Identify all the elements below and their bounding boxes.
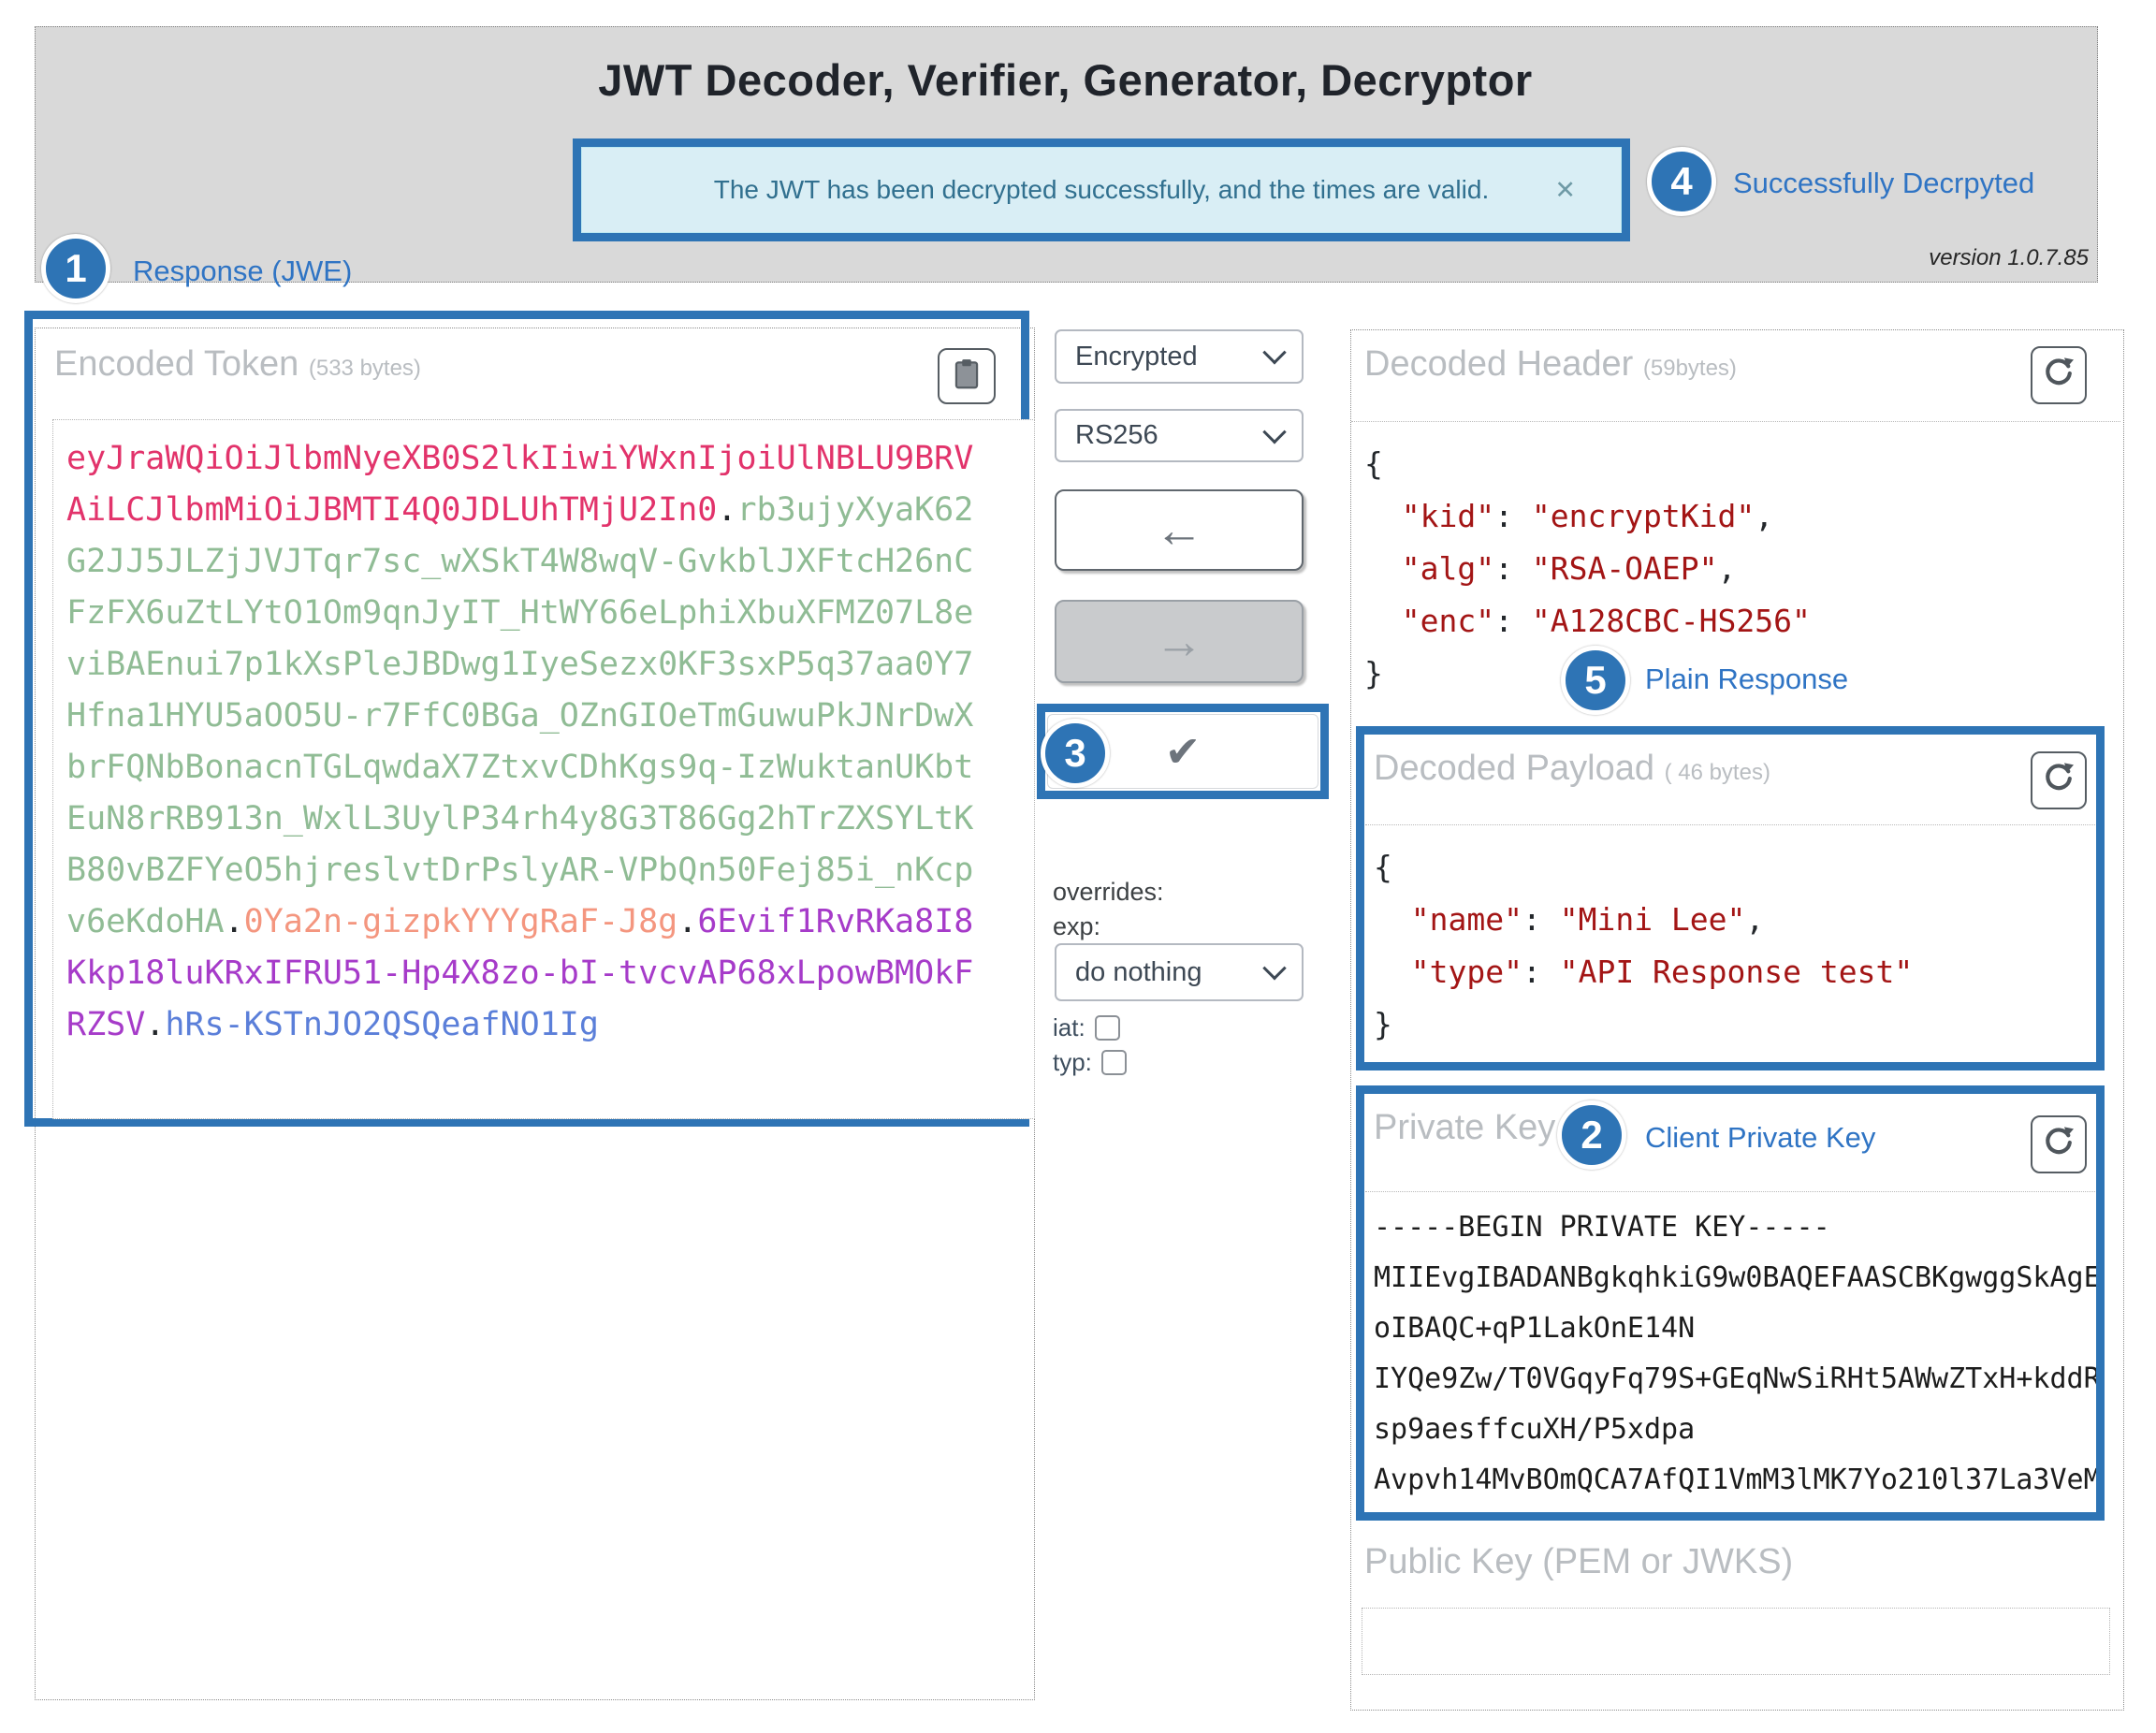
decoded-payload-separator <box>1365 824 2095 825</box>
chevron-down-icon <box>1262 341 1286 364</box>
annotation-badge-4: 4 <box>1647 147 1716 216</box>
decoded-header-refresh-button[interactable] <box>2031 346 2087 404</box>
encode-forward-button[interactable]: → <box>1055 600 1304 683</box>
overrides-label: overrides: <box>1053 878 1164 907</box>
decoded-header-bytes: (59bytes) <box>1643 356 1737 381</box>
encoded-token-textarea[interactable]: eyJraWQiOiJlbmNyeXB0S2lkIiwiYWxnIjoiUlNB… <box>52 419 1035 1119</box>
alert-message: The JWT has been decrypted successfully,… <box>582 148 1621 232</box>
version-text: version 1.0.7.85 <box>1684 245 2089 271</box>
token-mode-select[interactable]: Encrypted <box>1055 329 1304 384</box>
iat-label: iat: <box>1053 1013 1085 1042</box>
decoded-header-title: Decoded Header (59bytes) <box>1364 344 1737 385</box>
typ-checkbox[interactable] <box>1101 1050 1127 1075</box>
typ-override-row: typ: <box>1053 1048 1127 1077</box>
exp-label: exp: <box>1053 912 1100 941</box>
right-arrow-icon: → <box>1155 614 1203 670</box>
iat-checkbox[interactable] <box>1095 1015 1120 1041</box>
refresh-icon <box>2040 760 2077 802</box>
annotation-badge-3: 3 <box>1041 719 1110 788</box>
left-arrow-icon: ← <box>1155 502 1203 559</box>
checkmark-icon: ✔ <box>1165 726 1202 777</box>
decode-back-button[interactable]: ← <box>1055 489 1304 571</box>
chevron-down-icon <box>1262 420 1286 444</box>
annotation-badge-2: 2 <box>1557 1100 1626 1170</box>
encoded-token-title: Encoded Token (533 bytes) <box>54 344 421 385</box>
annotation-label-successfully-decrypted: Successfully Decrpyted <box>1733 167 2034 200</box>
refresh-icon <box>2040 355 2077 397</box>
public-key-title: Public Key (PEM or JWKS) <box>1364 1542 1793 1582</box>
success-alert: The JWT has been decrypted successfully,… <box>581 147 1622 233</box>
decoded-payload-refresh-button[interactable] <box>2031 751 2087 809</box>
clipboard-icon <box>949 357 984 397</box>
private-key-textarea[interactable]: -----BEGIN PRIVATE KEY-----MIIEvgIBADANB… <box>1374 1202 2102 1513</box>
annotation-label-response-jwe: Response (JWE) <box>133 255 352 288</box>
iat-override-row: iat: <box>1053 1013 1120 1042</box>
private-key-title: Private Key <box>1374 1108 1555 1148</box>
alert-highlight-box: The JWT has been decrypted successfully,… <box>573 138 1630 241</box>
decoded-header-separator <box>1351 421 2120 422</box>
decoded-header-content[interactable]: { "kid": "encryptKid", "alg": "RSA-OAEP"… <box>1364 438 2094 700</box>
decoded-payload-content[interactable]: { "name": "Mini Lee", "type": "API Respo… <box>1374 841 2094 1051</box>
annotation-label-client-private-key: Client Private Key <box>1645 1121 1875 1155</box>
decoded-payload-title: Decoded Payload ( 46 bytes) <box>1374 749 1770 789</box>
alert-close-icon[interactable]: ✕ <box>1554 148 1576 232</box>
exp-override-select[interactable]: do nothing <box>1055 943 1304 1001</box>
public-key-input[interactable] <box>1362 1608 2110 1675</box>
annotation-badge-5: 5 <box>1561 646 1630 715</box>
private-key-refresh-button[interactable] <box>2031 1115 2087 1173</box>
annotation-badge-1: 1 <box>41 234 110 303</box>
typ-label: typ: <box>1053 1048 1092 1077</box>
annotation-label-plain-response: Plain Response <box>1645 663 1848 696</box>
refresh-icon <box>2040 1124 2077 1166</box>
private-key-separator <box>1365 1191 2095 1192</box>
decoded-payload-bytes: ( 46 bytes) <box>1665 760 1770 785</box>
encoded-token-bytes: (533 bytes) <box>309 356 421 381</box>
decoded-payload-highlight-box: Decoded Payload ( 46 bytes) { "name": "M… <box>1356 726 2105 1070</box>
paste-token-button[interactable] <box>938 348 996 404</box>
algorithm-select[interactable]: RS256 <box>1055 409 1304 462</box>
page-title: JWT Decoder, Verifier, Generator, Decryp… <box>35 54 2096 106</box>
chevron-down-icon <box>1262 956 1286 980</box>
